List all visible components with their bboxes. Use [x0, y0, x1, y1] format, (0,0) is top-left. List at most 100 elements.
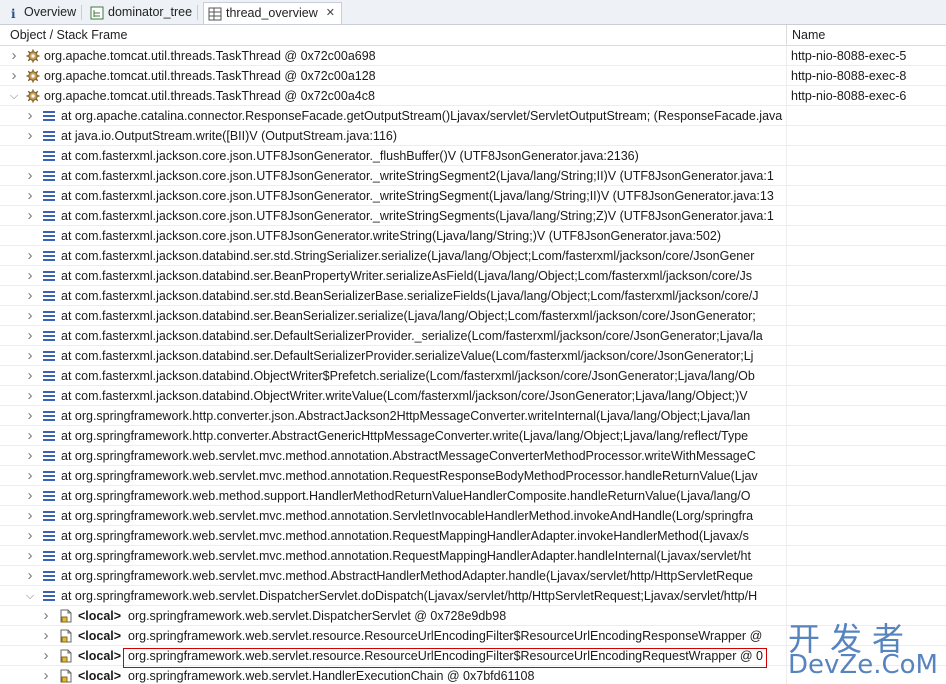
expand-chevron-icon[interactable]: ›	[24, 486, 36, 505]
tree-table-icon	[90, 6, 104, 20]
expand-chevron-icon[interactable]: ›	[40, 606, 52, 625]
name-cell	[786, 286, 946, 305]
name-cell	[786, 666, 946, 684]
stack-frame-row[interactable]: › at com.fasterxml.jackson.databind.Objec…	[0, 366, 946, 386]
expand-chevron-icon[interactable]: ›	[24, 106, 36, 125]
stack-frame-row[interactable]: › at com.fasterxml.jackson.databind.Objec…	[0, 386, 946, 406]
thread-row[interactable]: › org.apache.tomcat.util.threads.TaskThre…	[0, 46, 946, 66]
object-cell: › at org.springframework.web.servlet.mvc.…	[0, 446, 786, 465]
expand-chevron-icon[interactable]: ›	[8, 66, 20, 85]
stack-frame-row[interactable]: › at org.springframework.web.servlet.mvc.…	[0, 446, 946, 466]
expand-chevron-icon[interactable]: ›	[24, 526, 36, 545]
stack-frame-row[interactable]: › at com.fasterxml.jackson.databind.ser.s…	[0, 286, 946, 306]
local-tag: <local>	[78, 609, 122, 623]
collapse-chevron-icon[interactable]: ⌵	[24, 586, 36, 605]
stack-frame-row[interactable]: at com.fasterxml.jackson.core.json.UTF8J…	[0, 146, 946, 166]
thread-row[interactable]: › org.apache.tomcat.util.threads.TaskThre…	[0, 66, 946, 86]
expand-chevron-icon[interactable]: ›	[24, 406, 36, 425]
expand-chevron-icon[interactable]: ›	[24, 466, 36, 485]
expand-chevron-icon[interactable]: ›	[24, 206, 36, 225]
expand-chevron-icon[interactable]: ›	[24, 286, 36, 305]
expand-chevron-icon[interactable]: ›	[24, 506, 36, 525]
local-variable-row[interactable]: › <local> org.springframework.web.servlet.…	[0, 646, 946, 666]
stack-frame-row[interactable]: › at com.fasterxml.jackson.core.json.UTF8…	[0, 166, 946, 186]
stack-frame-label: at org.springframework.http.converter.js…	[61, 409, 751, 423]
expand-chevron-icon[interactable]: ›	[24, 246, 36, 265]
thread-row[interactable]: ⌵ org.apache.tomcat.util.threads.TaskThre…	[0, 86, 946, 106]
tab-thread-overview[interactable]: thread_overview ✕	[203, 2, 342, 24]
column-header-name[interactable]: Name	[787, 25, 946, 45]
thread-label: org.apache.tomcat.util.threads.TaskThrea…	[44, 69, 376, 83]
name-cell	[786, 106, 946, 125]
stack-frame-label: at org.springframework.web.servlet.mvc.m…	[61, 529, 749, 543]
stack-frame-row[interactable]: › at com.fasterxml.jackson.core.json.UTF8…	[0, 186, 946, 206]
stack-frame-row[interactable]: ⌵ at org.springframework.web.servlet.Disp…	[0, 586, 946, 606]
object-cell: › at org.springframework.web.servlet.mvc.…	[0, 546, 786, 565]
object-cell: ⌵ org.apache.tomcat.util.threads.TaskThre…	[0, 86, 786, 105]
expand-chevron-icon[interactable]: ›	[24, 426, 36, 445]
stack-frame-row[interactable]: › at java.io.OutputStream.write([BII)V (O…	[0, 126, 946, 146]
stack-frame-icon	[42, 209, 56, 223]
stack-frame-row[interactable]: › at com.fasterxml.jackson.databind.ser.B…	[0, 266, 946, 286]
local-variable-row[interactable]: › <local> org.springframework.web.servlet.…	[0, 626, 946, 646]
local-variable-row[interactable]: › <local> org.springframework.web.servlet.…	[0, 606, 946, 626]
stack-frame-row[interactable]: › at org.springframework.web.servlet.mvc.…	[0, 546, 946, 566]
expand-chevron-icon[interactable]: ›	[24, 346, 36, 365]
stack-frame-row[interactable]: › at org.springframework.web.servlet.mvc.…	[0, 506, 946, 526]
expand-chevron-icon[interactable]: ›	[40, 626, 52, 645]
stack-frame-label: at org.springframework.web.servlet.mvc.m…	[61, 569, 754, 583]
local-object-label: org.springframework.web.servlet.HandlerE…	[128, 669, 535, 683]
object-cell: › at org.springframework.web.servlet.mvc.…	[0, 526, 786, 545]
thread-name: http-nio-8088-exec-5	[791, 49, 907, 63]
expand-chevron-icon[interactable]: ›	[24, 126, 36, 145]
expand-chevron-icon[interactable]: ›	[24, 386, 36, 405]
collapse-chevron-icon[interactable]: ⌵	[8, 86, 20, 105]
expand-chevron-icon[interactable]: ›	[24, 366, 36, 385]
tab-overview[interactable]: i Overview	[2, 2, 83, 23]
expand-chevron-icon[interactable]: ›	[40, 666, 52, 684]
expand-chevron-icon[interactable]: ›	[8, 46, 20, 65]
stack-frame-label: at org.springframework.web.servlet.mvc.m…	[61, 449, 756, 463]
expand-chevron-icon[interactable]: ›	[24, 266, 36, 285]
expand-chevron-icon[interactable]: ›	[24, 446, 36, 465]
name-cell	[786, 226, 946, 245]
local-variable-row[interactable]: › <local> org.springframework.web.servlet.…	[0, 666, 946, 684]
expand-chevron-icon[interactable]: ›	[24, 566, 36, 585]
stack-frame-row[interactable]: › at com.fasterxml.jackson.databind.ser.D…	[0, 346, 946, 366]
expand-chevron-icon[interactable]: ›	[24, 166, 36, 185]
column-header-object[interactable]: Object / Stack Frame	[0, 25, 786, 45]
expand-chevron-icon[interactable]: ›	[24, 546, 36, 565]
stack-frame-row[interactable]: › at org.springframework.http.converter.j…	[0, 406, 946, 426]
close-icon[interactable]: ✕	[326, 3, 335, 24]
tab-dominator-tree[interactable]: dominator_tree	[86, 2, 199, 23]
name-cell	[786, 306, 946, 325]
stack-frame-label: at com.fasterxml.jackson.core.json.UTF8J…	[61, 189, 774, 203]
expand-chevron-icon[interactable]: ›	[24, 186, 36, 205]
stack-frame-row[interactable]: › at org.apache.catalina.connector.Respon…	[0, 106, 946, 126]
stack-frame-label: at org.springframework.http.converter.Ab…	[61, 429, 749, 443]
stack-frame-row[interactable]: › at com.fasterxml.jackson.databind.ser.D…	[0, 326, 946, 346]
stack-frame-row[interactable]: › at org.springframework.web.servlet.mvc.…	[0, 566, 946, 586]
stack-frame-row[interactable]: › at com.fasterxml.jackson.databind.ser.B…	[0, 306, 946, 326]
stack-frame-row[interactable]: › at org.springframework.web.method.suppo…	[0, 486, 946, 506]
local-object-icon	[59, 669, 73, 683]
stack-frame-row[interactable]: at com.fasterxml.jackson.core.json.UTF8J…	[0, 226, 946, 246]
local-tag: <local>	[78, 669, 122, 683]
stack-frame-row[interactable]: › at org.springframework.http.converter.A…	[0, 426, 946, 446]
object-cell: › <local> org.springframework.web.servlet.…	[0, 626, 786, 645]
tab-label: thread_overview	[226, 6, 318, 20]
name-cell	[786, 206, 946, 225]
expand-chevron-icon[interactable]: ›	[40, 646, 52, 665]
stack-frame-icon	[42, 369, 56, 383]
expand-chevron-icon[interactable]: ›	[24, 306, 36, 325]
stack-frame-label: at com.fasterxml.jackson.core.json.UTF8J…	[61, 209, 774, 223]
stack-frame-row[interactable]: › at com.fasterxml.jackson.databind.ser.s…	[0, 246, 946, 266]
stack-frame-icon	[42, 129, 56, 143]
tab-label: dominator_tree	[108, 5, 193, 19]
stack-frame-icon	[42, 429, 56, 443]
stack-frame-row[interactable]: › at org.springframework.web.servlet.mvc.…	[0, 526, 946, 546]
name-cell	[786, 146, 946, 165]
expand-chevron-icon[interactable]: ›	[24, 326, 36, 345]
stack-frame-row[interactable]: › at org.springframework.web.servlet.mvc.…	[0, 466, 946, 486]
stack-frame-row[interactable]: › at com.fasterxml.jackson.core.json.UTF8…	[0, 206, 946, 226]
